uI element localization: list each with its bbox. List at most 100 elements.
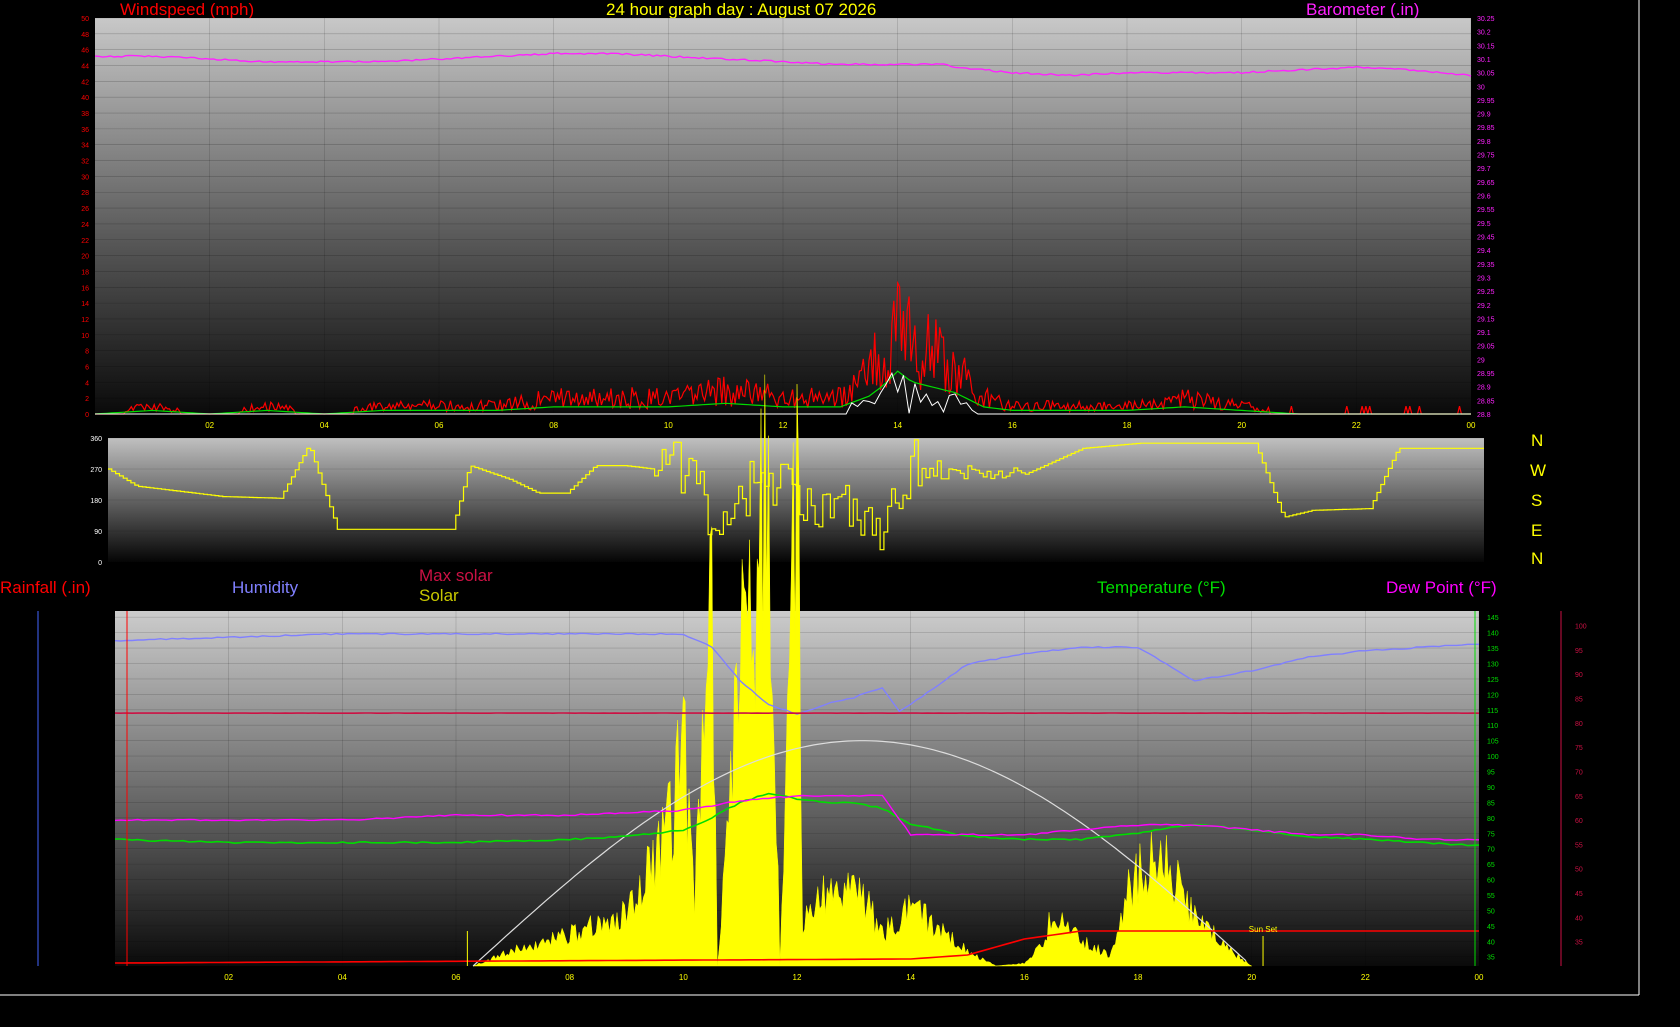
temp-y-tick: 90 — [1487, 785, 1495, 792]
temp-y-tick: 45 — [1487, 924, 1495, 931]
wind-y-tick: 0 — [85, 412, 89, 419]
charts-canvas: 0246810121416182022242628303234363840424… — [0, 0, 1640, 996]
temp-x-tick: 08 — [565, 973, 574, 982]
baro-y-tick: 30.15 — [1477, 43, 1495, 50]
baro-y-tick: 30.1 — [1477, 57, 1491, 64]
dir-y-tick: 180 — [90, 498, 102, 505]
wind-x-tick: 04 — [320, 421, 329, 430]
wind-y-tick: 28 — [81, 190, 89, 197]
wind-y-tick: 2 — [85, 396, 89, 403]
baro-y-tick: 29.25 — [1477, 289, 1495, 296]
temp-y-tick: 55 — [1487, 893, 1495, 900]
temp-y-tick: 130 — [1487, 661, 1499, 668]
temp-x-tick: 20 — [1247, 973, 1256, 982]
baro-y-tick: 30.25 — [1477, 16, 1495, 23]
wind-y-tick: 30 — [81, 174, 89, 181]
temp-y-tick: 125 — [1487, 677, 1499, 684]
wind-y-tick: 32 — [81, 159, 89, 166]
temp-x-tick: 02 — [224, 973, 233, 982]
wind-y-tick: 36 — [81, 127, 89, 134]
dew-y-tick: 40 — [1575, 915, 1583, 922]
wind-x-tick: 22 — [1352, 421, 1361, 430]
dir-y-tick: 270 — [90, 467, 102, 474]
temp-y-tick: 100 — [1487, 754, 1499, 761]
baro-y-tick: 30.2 — [1477, 30, 1491, 37]
baro-y-tick: 29.4 — [1477, 248, 1491, 255]
wind-y-tick: 38 — [81, 111, 89, 118]
temp-y-tick: 120 — [1487, 692, 1499, 699]
dew-y-tick: 75 — [1575, 745, 1583, 752]
weather-graph: Windspeed (mph) 24 hour graph day : Augu… — [0, 0, 1680, 1027]
temp-y-tick: 35 — [1487, 955, 1495, 962]
dew-y-tick: 45 — [1575, 891, 1583, 898]
baro-y-tick: 29.1 — [1477, 330, 1491, 337]
dew-y-tick: 35 — [1575, 940, 1583, 947]
baro-y-tick: 29.9 — [1477, 112, 1491, 119]
wind-y-tick: 8 — [85, 349, 89, 356]
wind-y-tick: 48 — [81, 32, 89, 39]
dew-y-tick: 85 — [1575, 697, 1583, 704]
temp-y-tick: 110 — [1487, 723, 1498, 730]
wind-x-tick: 00 — [1467, 421, 1476, 430]
temp-y-tick: 80 — [1487, 816, 1495, 823]
wind-y-tick: 42 — [81, 79, 89, 86]
dir-y-tick: 0 — [98, 560, 102, 567]
wind-x-tick: 12 — [779, 421, 788, 430]
temp-y-tick: 70 — [1487, 847, 1495, 854]
baro-y-tick: 28.85 — [1477, 398, 1495, 405]
baro-y-tick: 29.45 — [1477, 234, 1495, 241]
dew-y-tick: 50 — [1575, 867, 1583, 874]
baro-y-tick: 30.05 — [1477, 71, 1495, 78]
wind-y-tick: 18 — [81, 269, 89, 276]
wind-y-tick: 6 — [85, 364, 89, 371]
wind-x-tick: 02 — [205, 421, 214, 430]
baro-y-tick: 29.5 — [1477, 221, 1491, 228]
baro-y-tick: 28.9 — [1477, 385, 1491, 392]
temp-y-tick: 85 — [1487, 800, 1495, 807]
temp-y-tick: 105 — [1487, 739, 1499, 746]
temp-x-tick: 16 — [1020, 973, 1029, 982]
dew-y-tick: 65 — [1575, 794, 1583, 801]
wind-y-tick: 14 — [81, 301, 89, 308]
wind-x-tick: 18 — [1123, 421, 1132, 430]
baro-y-tick: 29.2 — [1477, 303, 1491, 310]
dir-y-tick: 360 — [90, 436, 102, 443]
temp-y-tick: 145 — [1487, 615, 1499, 622]
sunset-label: Sun Set — [1249, 925, 1278, 934]
temp-y-tick: 95 — [1487, 770, 1495, 777]
temp-y-tick: 75 — [1487, 831, 1495, 838]
temp-x-tick: 18 — [1134, 973, 1143, 982]
baro-y-tick: 29.15 — [1477, 316, 1495, 323]
temp-x-tick: 10 — [679, 973, 688, 982]
baro-y-tick: 29.65 — [1477, 180, 1495, 187]
temp-x-tick: 04 — [338, 973, 347, 982]
wind-x-tick: 10 — [664, 421, 673, 430]
wind-x-tick: 20 — [1237, 421, 1246, 430]
temp-y-tick: 40 — [1487, 939, 1495, 946]
baro-y-tick: 29.85 — [1477, 125, 1495, 132]
temp-y-tick: 135 — [1487, 646, 1499, 653]
baro-y-tick: 29.8 — [1477, 139, 1491, 146]
wind-y-tick: 10 — [81, 333, 89, 340]
temp-x-tick: 12 — [793, 973, 802, 982]
wind-y-tick: 16 — [81, 285, 89, 292]
dew-y-tick: 90 — [1575, 672, 1583, 679]
temp-y-tick: 140 — [1487, 631, 1499, 638]
dew-y-tick: 80 — [1575, 721, 1583, 728]
dew-y-tick: 100 — [1575, 624, 1587, 631]
baro-y-tick: 29.55 — [1477, 207, 1495, 214]
baro-y-tick: 29 — [1477, 357, 1485, 364]
dew-y-tick: 95 — [1575, 648, 1583, 655]
dew-y-tick: 55 — [1575, 842, 1583, 849]
wind-y-tick: 40 — [81, 95, 89, 102]
temp-y-tick: 50 — [1487, 908, 1495, 915]
temp-x-tick: 00 — [1475, 973, 1484, 982]
wind-y-tick: 50 — [81, 16, 89, 23]
wind-y-tick: 20 — [81, 254, 89, 261]
baro-y-tick: 30 — [1477, 84, 1485, 91]
wind-y-tick: 22 — [81, 238, 89, 245]
wind-x-tick: 14 — [893, 421, 902, 430]
temp-y-tick: 115 — [1487, 708, 1498, 715]
baro-y-tick: 28.95 — [1477, 371, 1495, 378]
wind-y-tick: 4 — [85, 380, 89, 387]
